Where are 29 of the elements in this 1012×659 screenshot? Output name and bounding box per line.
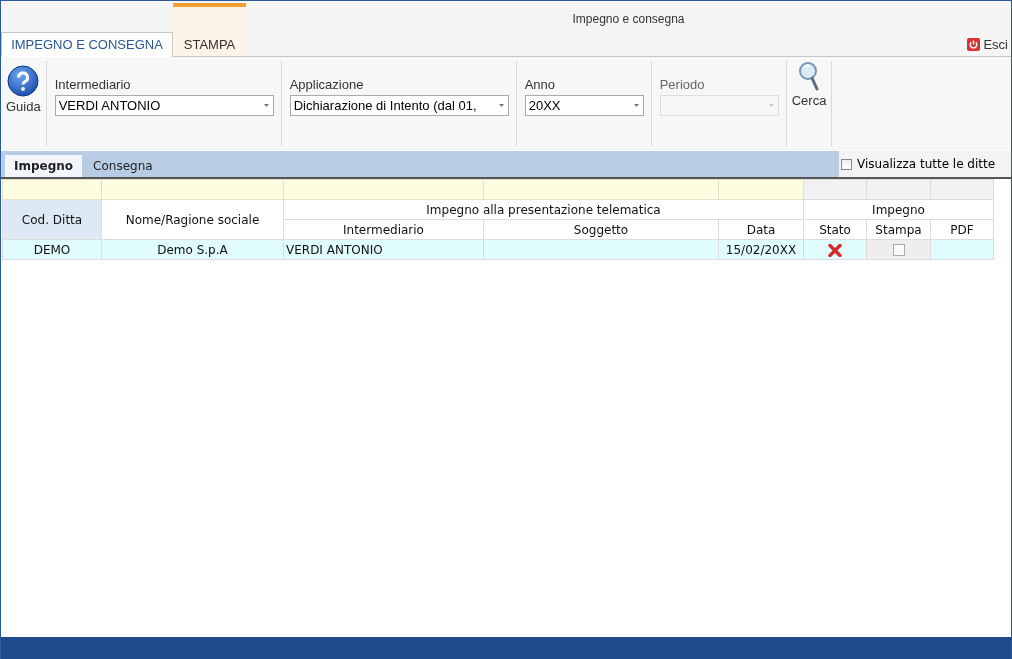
checkbox-label: Visualizza tutte le ditte — [857, 157, 996, 171]
dropdown-field[interactable]: VERDI ANTONIO — [54, 95, 274, 116]
dropdown-field[interactable]: 20XX — [524, 95, 644, 116]
help-button[interactable]: Guida — [5, 57, 42, 117]
table-cell: DEMO — [2, 239, 102, 260]
ribbon-tab[interactable]: IMPEGNO E CONSEGNA — [1, 32, 173, 57]
search-icon — [798, 61, 821, 91]
help-icon — [7, 65, 40, 97]
caret-icon — [768, 104, 774, 107]
view-tab[interactable]: Impegno — [5, 155, 83, 177]
column-header: Nome/Ragione sociale — [101, 199, 284, 240]
column-header: Cod. Ditta — [2, 199, 102, 240]
field-label: Intermediario — [54, 77, 132, 92]
caret-icon — [263, 104, 269, 107]
caret-icon — [633, 104, 639, 107]
group-header: Impegno alla presentazione telematica — [283, 199, 804, 220]
search-button[interactable]: Cerca — [790, 57, 828, 117]
checkbox[interactable] — [892, 244, 905, 256]
window-title: Impegno e consegna — [572, 10, 685, 26]
field-label: Applicazione — [289, 77, 365, 92]
ribbon-tab[interactable]: STAMPA — [173, 3, 246, 56]
view-tab[interactable]: Consegna — [84, 155, 162, 177]
dropdown-field[interactable]: Dichiarazione di Intento (dal 01, — [289, 95, 509, 116]
field-label: Anno — [524, 77, 557, 92]
exit-button[interactable]: Esci — [964, 36, 1011, 52]
checkbox[interactable] — [841, 158, 852, 170]
power-icon — [967, 37, 981, 51]
field-label: Periodo — [659, 77, 706, 92]
caret-icon — [498, 104, 504, 107]
